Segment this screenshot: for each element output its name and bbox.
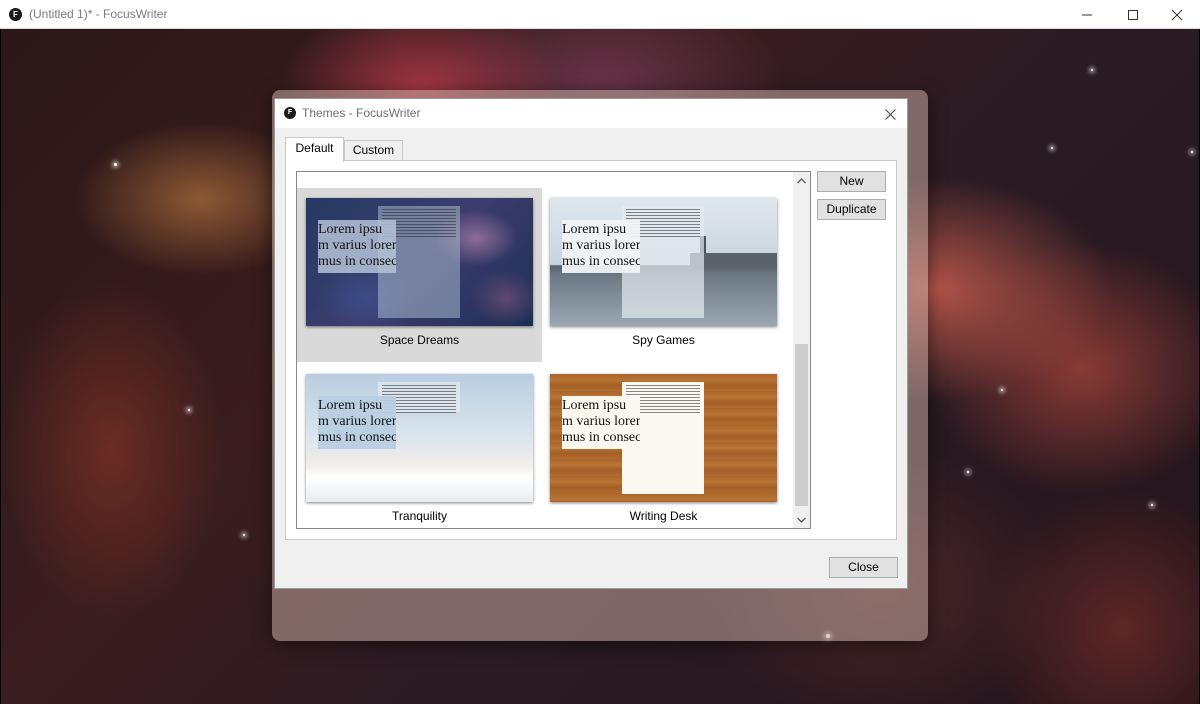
- dialog-titlebar: F Themes - FocusWriter: [275, 99, 907, 128]
- theme-preview: Lorem ipsu m varius lorem mus in consect: [306, 374, 533, 502]
- star: [1051, 147, 1053, 149]
- theme-list[interactable]: Lorem ipsu m varius lorem mus in consect S…: [296, 171, 811, 529]
- tab-default[interactable]: Default: [285, 137, 344, 162]
- star: [1191, 151, 1193, 153]
- app-icon: F: [284, 107, 296, 119]
- star: [243, 534, 245, 536]
- scroll-down-button[interactable]: [793, 511, 810, 528]
- minimize-button[interactable]: [1064, 0, 1110, 29]
- vertical-scrollbar[interactable]: [793, 172, 810, 528]
- app-icon: F: [9, 8, 22, 21]
- maximize-button[interactable]: [1110, 0, 1156, 29]
- minimize-icon: [1082, 14, 1092, 15]
- theme-preview: Lorem ipsu m varius lorem mus in consect: [550, 198, 777, 326]
- tab-panel-default: Lorem ipsu m varius lorem mus in consect S…: [285, 160, 897, 540]
- theme-label: Space Dreams: [379, 333, 460, 347]
- star: [967, 471, 969, 473]
- theme-item-space-dreams[interactable]: Lorem ipsu m varius lorem mus in consect S…: [297, 188, 542, 362]
- close-icon: [1171, 9, 1183, 20]
- star: [114, 163, 117, 166]
- dialog-close-button[interactable]: [879, 103, 901, 125]
- scroll-thumb[interactable]: [795, 344, 808, 506]
- theme-preview: Lorem ipsu m varius lorem mus in consect: [306, 198, 533, 326]
- preview-text: Lorem ipsu m varius lorem mus in consect: [318, 220, 396, 273]
- star: [1151, 504, 1153, 506]
- close-window-button[interactable]: [1154, 0, 1200, 29]
- theme-label: Tranquility: [392, 509, 447, 523]
- chevron-up-icon: [797, 177, 806, 183]
- theme-label: Writing Desk: [629, 509, 698, 523]
- maximize-icon: [1128, 9, 1138, 20]
- theme-item-spy-games[interactable]: Lorem ipsu m varius lorem mus in consect S…: [541, 188, 786, 362]
- new-theme-button[interactable]: New: [817, 171, 886, 192]
- dialog-title: Themes - FocusWriter: [302, 106, 421, 120]
- preview-text: Lorem ipsu m varius lorem mus in consect: [562, 220, 640, 273]
- window-title: (Untitled 1)* - FocusWriter: [29, 7, 168, 21]
- themes-dialog: F Themes - FocusWriter Default Custom Lo…: [274, 98, 908, 589]
- duplicate-theme-button[interactable]: Duplicate: [817, 199, 886, 220]
- scroll-up-button[interactable]: [793, 172, 810, 189]
- theme-preview: Lorem ipsu m varius lorem mus in consect: [550, 374, 777, 502]
- tab-custom[interactable]: Custom: [344, 140, 403, 161]
- star: [188, 409, 190, 411]
- star: [1091, 69, 1093, 71]
- chevron-down-icon: [797, 517, 806, 523]
- window-titlebar: F (Untitled 1)* - FocusWriter: [0, 0, 1200, 29]
- theme-item-writing-desk[interactable]: Lorem ipsu m varius lorem mus in consect W…: [541, 364, 786, 528]
- preview-text: Lorem ipsu m varius lorem mus in consect: [318, 396, 396, 449]
- close-icon: [884, 108, 896, 120]
- theme-label: Spy Games: [632, 333, 695, 347]
- close-button[interactable]: Close: [829, 557, 898, 578]
- theme-item-tranquility[interactable]: Lorem ipsu m varius lorem mus in consect T…: [297, 364, 542, 528]
- preview-text: Lorem ipsu m varius lorem mus in consect: [562, 396, 640, 449]
- star: [1001, 389, 1003, 391]
